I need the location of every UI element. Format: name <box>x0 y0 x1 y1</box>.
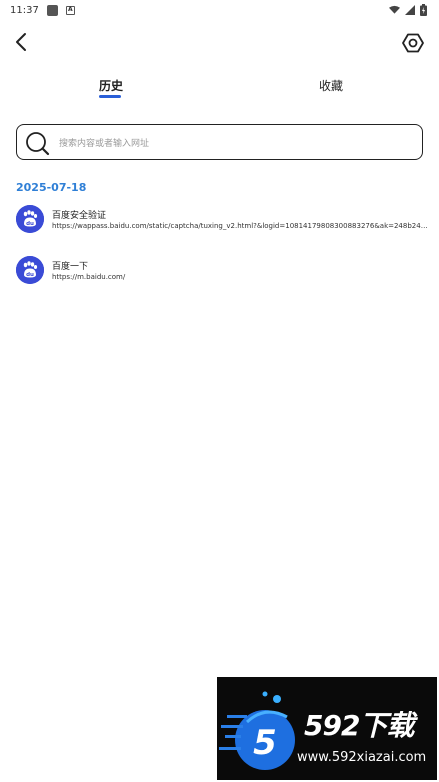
history-item-title: 百度一下 <box>52 262 89 272</box>
status-bar: 11:37 A <box>0 0 439 20</box>
search-icon <box>26 132 50 156</box>
status-time: 11:37 <box>10 4 39 16</box>
watermark-title: 592下载 <box>304 709 414 742</box>
battery-icon <box>420 4 427 16</box>
tab-favorites[interactable]: 收藏 <box>319 77 343 94</box>
search-input[interactable]: 搜索内容或者输入网址 <box>16 124 423 160</box>
app-notification-icon <box>46 4 58 16</box>
svg-text:du: du <box>26 221 34 227</box>
chevron-left-icon <box>16 33 26 51</box>
history-item[interactable]: du 百度安全验证 https://wappass.baidu.com/stat… <box>16 205 428 237</box>
search-placeholder: 搜索内容或者输入网址 <box>59 139 150 149</box>
baidu-paw-icon: du <box>16 256 44 284</box>
wifi-icon <box>389 5 400 14</box>
status-indicators <box>389 4 427 16</box>
hex-gear-icon <box>402 33 424 53</box>
tab-active-indicator <box>99 95 121 98</box>
tab-history[interactable]: 历史 <box>99 77 123 94</box>
wm-logo-text: 5 <box>253 723 277 763</box>
baidu-paw-icon: du <box>16 205 44 233</box>
history-item[interactable]: du 百度一下 https://m.baidu.com/ <box>16 256 428 288</box>
watermark: 5 592下载 www.592xiazai.com <box>217 677 437 780</box>
signal-icon <box>405 5 415 15</box>
svg-text:du: du <box>26 272 34 278</box>
history-date: 2025-07-18 <box>16 181 87 194</box>
a-notification-icon: A <box>65 5 75 15</box>
settings-button[interactable] <box>401 31 425 55</box>
back-button[interactable] <box>10 30 34 54</box>
history-item-title: 百度安全验证 <box>52 211 107 221</box>
history-item-url: https://wappass.baidu.com/static/captcha… <box>52 222 428 230</box>
history-item-url: https://m.baidu.com/ <box>52 273 126 281</box>
watermark-url: www.592xiazai.com <box>297 750 427 765</box>
